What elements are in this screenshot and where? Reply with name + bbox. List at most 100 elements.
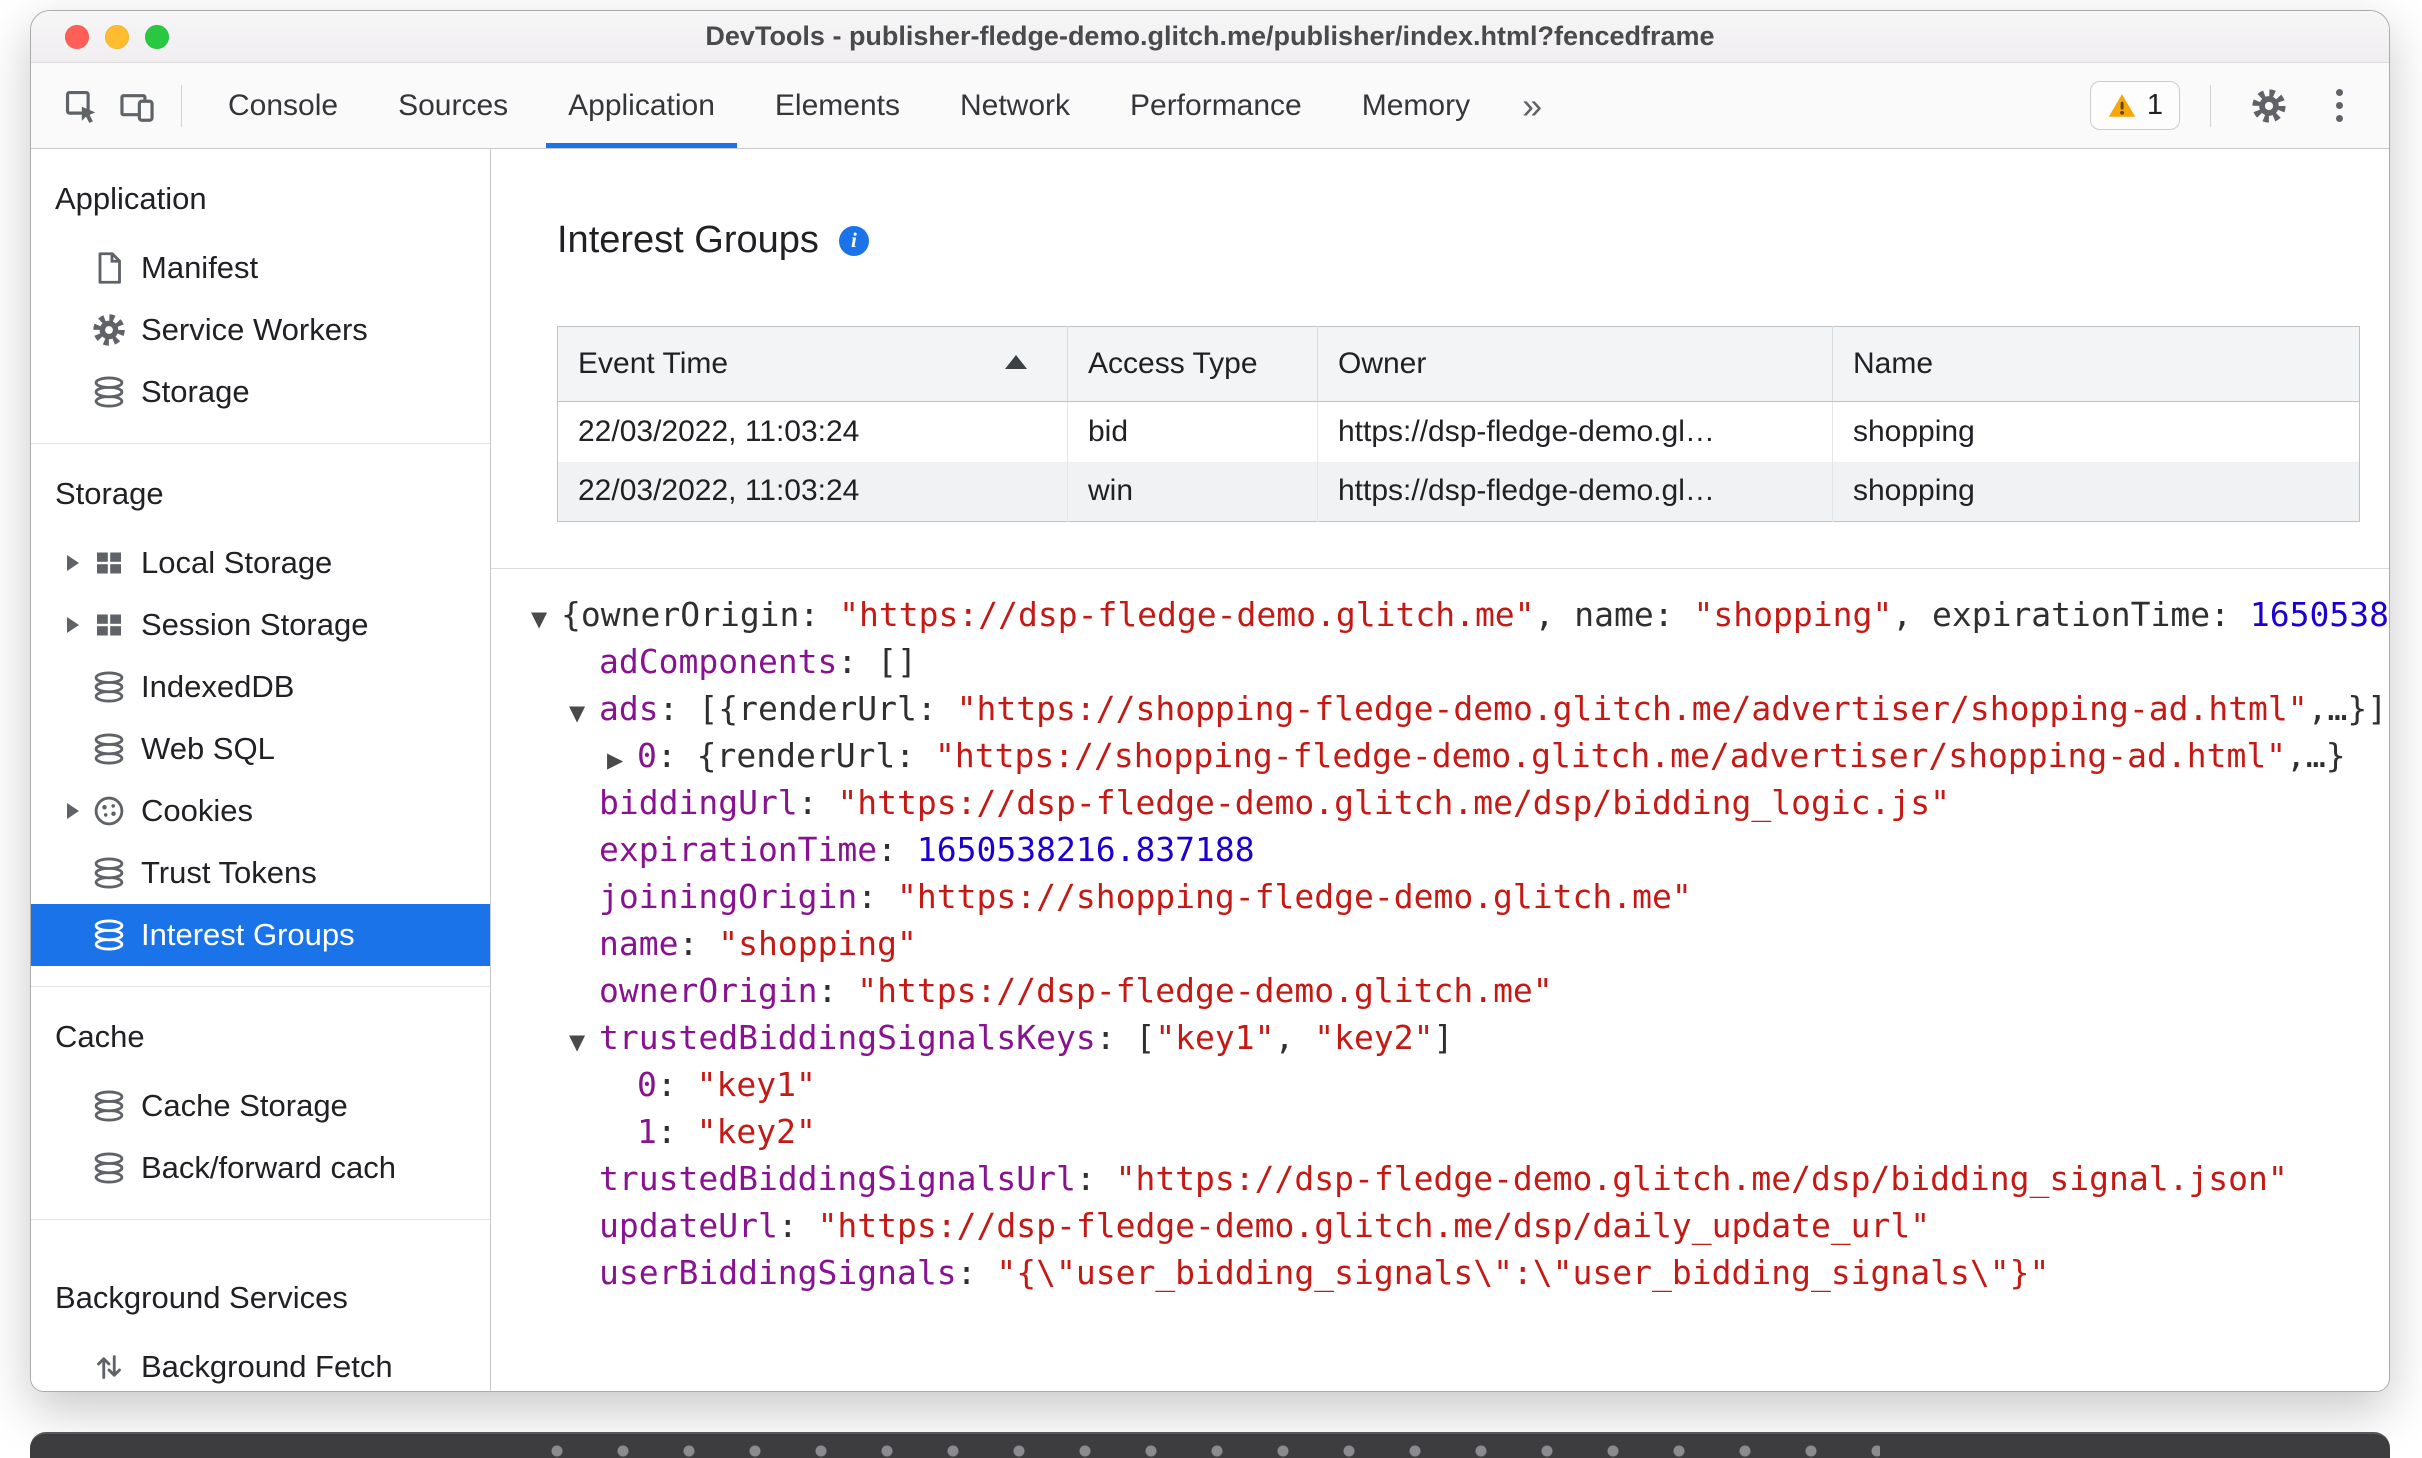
- tree-line: ▶ 0: {renderUrl: "https://shopping-fledge…: [491, 732, 2389, 779]
- tab-elements[interactable]: Elements: [745, 63, 930, 148]
- sidebar-item-label: Storage: [141, 374, 250, 409]
- tree-segment-number: 1650538216.837188: [916, 830, 1255, 869]
- sidebar-item-label: Session Storage: [141, 607, 369, 642]
- sidebar-item-manifest[interactable]: Manifest: [31, 237, 490, 299]
- sidebar-item-local-storage[interactable]: Local Storage: [31, 532, 490, 594]
- sidebar-item-label: Back/forward cach: [141, 1150, 396, 1185]
- tree-line: userBiddingSignals: "{\"user_bidding_sig…: [491, 1249, 2389, 1296]
- table-row[interactable]: 22/03/2022, 11:03:24 win https://dsp-fle…: [557, 461, 2360, 522]
- sidebar-item-label: Trust Tokens: [141, 855, 317, 890]
- tree-segment-string: "{\"user_bidding_signals\":\"user_biddin…: [996, 1253, 2050, 1292]
- sidebar-item-background-fetch[interactable]: Background Fetch: [31, 1336, 490, 1391]
- tree-segment-punct: : [: [1095, 1018, 1156, 1057]
- tab-console[interactable]: Console: [198, 63, 368, 148]
- column-header-name[interactable]: Name: [1832, 326, 2360, 402]
- column-header-owner[interactable]: Owner: [1317, 326, 1833, 402]
- tree-segment-string: "https://dsp-fledge-demo.glitch.me": [839, 595, 1535, 634]
- devtools-toolbar: Console Sources Application Elements Net…: [31, 63, 2389, 149]
- expand-arrow-down-icon[interactable]: ▼: [569, 1019, 599, 1066]
- tree-segment-punct: ]: [1433, 1018, 1454, 1057]
- column-header-access-type[interactable]: Access Type: [1067, 326, 1318, 402]
- issues-count: 1: [2146, 89, 2163, 121]
- inspect-element-button[interactable]: [53, 78, 109, 134]
- sidebar-item-storage[interactable]: Storage: [31, 361, 490, 423]
- sidebar-item-web-sql[interactable]: Web SQL: [31, 718, 490, 780]
- sidebar-item-back-forward-cache[interactable]: Back/forward cach: [31, 1137, 490, 1199]
- sidebar-item-label: Web SQL: [141, 731, 275, 766]
- tree-segment-punct: :: [2210, 595, 2250, 634]
- more-tabs-button[interactable]: »: [1500, 85, 1564, 127]
- tree-segment-key: userBiddingSignals: [599, 1253, 957, 1292]
- info-icon[interactable]: [838, 225, 869, 256]
- cookie-icon: [91, 793, 127, 829]
- tree-segment-string: "shopping": [1693, 595, 1893, 634]
- up-down-arrows-icon: [91, 1349, 127, 1385]
- sidebar-item-indexeddb[interactable]: IndexedDB: [31, 656, 490, 718]
- device-toolbar-button[interactable]: [109, 78, 165, 134]
- tree-line: adComponents: []: [491, 638, 2389, 685]
- section-title-application: Application: [55, 181, 207, 216]
- sidebar-item-label: Background Fetch: [141, 1349, 393, 1384]
- expand-arrow-down-icon[interactable]: ▼: [531, 596, 561, 643]
- table-grid-icon: [91, 607, 127, 643]
- devtools-body: Application Manifest Service Workers Sto…: [31, 149, 2389, 1391]
- sidebar-item-interest-groups[interactable]: Interest Groups: [31, 904, 490, 966]
- tree-segment-punct: :: [857, 877, 898, 916]
- column-label: Event Time: [578, 347, 729, 380]
- expand-triangle-icon[interactable]: [59, 550, 85, 576]
- sidebar-item-session-storage[interactable]: Session Storage: [31, 594, 490, 656]
- expand-triangle-icon[interactable]: [59, 612, 85, 638]
- sidebar-item-cookies[interactable]: Cookies: [31, 780, 490, 842]
- tree-line: joiningOrigin: "https://shopping-fledge-…: [491, 873, 2389, 920]
- tree-segment-punct: :: [678, 924, 719, 963]
- sidebar-item-trust-tokens[interactable]: Trust Tokens: [31, 842, 490, 904]
- tab-network[interactable]: Network: [930, 63, 1100, 148]
- toolbar-right-group: 1: [2089, 78, 2367, 134]
- gear-icon: [2250, 87, 2288, 125]
- tree-segment-string: "https://dsp-fledge-demo.glitch.me/dsp/b…: [1115, 1159, 2288, 1198]
- fullscreen-button[interactable]: [145, 25, 169, 49]
- sidebar-item-label: Manifest: [141, 250, 259, 285]
- sidebar-item-label: Interest Groups: [141, 917, 355, 952]
- section-title-storage: Storage: [55, 476, 164, 511]
- kebab-menu-button[interactable]: [2311, 78, 2367, 134]
- expand-arrow-down-icon[interactable]: ▼: [569, 690, 599, 737]
- tree-line: name: "shopping": [491, 920, 2389, 967]
- tab-application[interactable]: Application: [538, 63, 745, 148]
- tree-segment-string: "key2": [1314, 1018, 1434, 1057]
- tree-segment-key: ownerOrigin: [599, 971, 818, 1010]
- expand-arrow-right-icon[interactable]: ▶: [607, 737, 637, 784]
- tree-line: expirationTime: 1650538216.837188: [491, 826, 2389, 873]
- cell-owner: https://dsp-fledge-demo.gl…: [1317, 401, 1833, 462]
- table-row[interactable]: 22/03/2022, 11:03:24 bid https://dsp-fle…: [557, 401, 2360, 462]
- tree-segment-key: 1: [637, 1112, 657, 1151]
- panel-title: Interest Groups: [557, 219, 819, 261]
- database-icon: [91, 917, 127, 953]
- tab-sources[interactable]: Sources: [368, 63, 538, 148]
- tree-segment-key: adComponents: [599, 642, 838, 681]
- tree-segment-string: "key1": [696, 1065, 816, 1104]
- column-header-event-time[interactable]: Event Time: [557, 326, 1068, 402]
- application-sidebar: Application Manifest Service Workers Sto…: [31, 149, 491, 1391]
- toolbar-separator: [2210, 84, 2211, 127]
- tree-segment-punct: : [{: [658, 689, 739, 728]
- expand-triangle-icon[interactable]: [59, 798, 85, 824]
- tab-performance[interactable]: Performance: [1100, 63, 1332, 148]
- issues-badge[interactable]: 1: [2089, 81, 2180, 130]
- tree-segment-key: 0: [637, 736, 657, 775]
- tree-segment-pkey: ownerOrigin: [580, 595, 800, 634]
- interest-groups-panel: Interest Groups Event Time: [491, 149, 2389, 1391]
- tree-segment-string: "https://shopping-fledge-demo.glitch.me/…: [935, 736, 2287, 775]
- sidebar-item-service-workers[interactable]: Service Workers: [31, 299, 490, 361]
- minimize-button[interactable]: [105, 25, 129, 49]
- sidebar-item-cache-storage[interactable]: Cache Storage: [31, 1075, 490, 1137]
- sort-ascending-icon: [1005, 355, 1027, 369]
- database-icon: [91, 855, 127, 891]
- settings-gear-button[interactable]: [2241, 78, 2297, 134]
- sidebar-section-application: Application Manifest Service Workers Sto…: [31, 149, 490, 443]
- close-button[interactable]: [65, 25, 89, 49]
- tab-memory[interactable]: Memory: [1332, 63, 1500, 148]
